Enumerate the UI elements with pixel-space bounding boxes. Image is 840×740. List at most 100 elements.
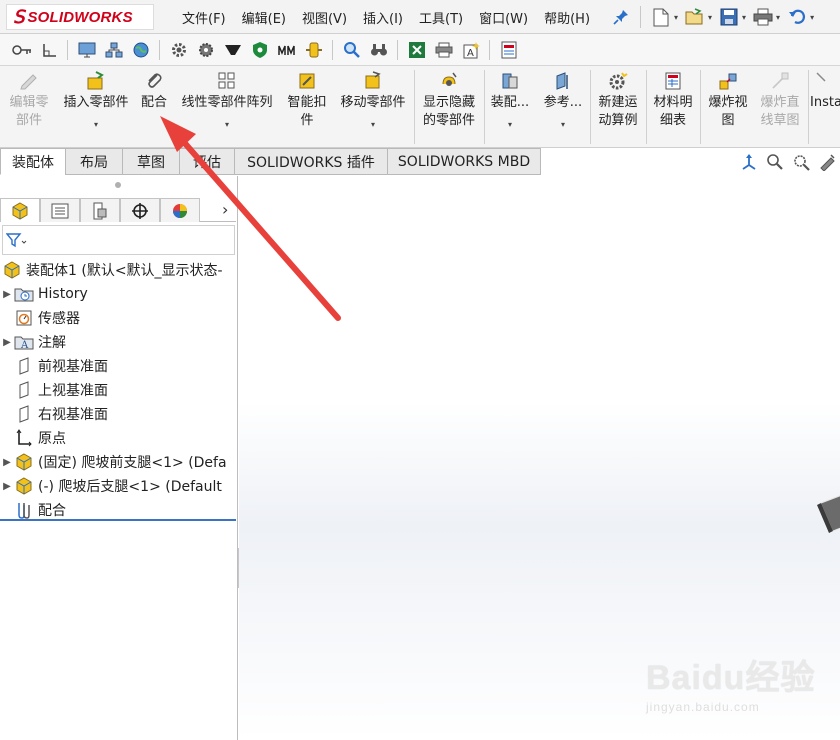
insert-component-dropdown-icon[interactable]: ▾ — [94, 116, 98, 134]
cog-settings-icon[interactable] — [195, 39, 217, 61]
assembly-features-button[interactable]: 装配... ▾ — [488, 70, 532, 134]
printer-icon[interactable] — [433, 39, 455, 61]
menu-tools[interactable]: 工具(T) — [411, 8, 471, 27]
previous-view-icon[interactable] — [816, 151, 838, 173]
tree-item-sensors[interactable]: 传感器 — [0, 306, 236, 330]
tree-item-origin[interactable]: 原点 — [0, 426, 236, 450]
part-model-edge[interactable] — [799, 491, 840, 541]
divider — [590, 70, 591, 144]
open-document-icon[interactable] — [684, 6, 706, 28]
view-orientation-icon[interactable] — [738, 151, 760, 173]
move-component-dropdown-icon[interactable]: ▾ — [371, 116, 375, 134]
reference-geometry-button[interactable]: 参考... ▾ — [540, 70, 586, 134]
display-manager-tab[interactable] — [160, 198, 200, 222]
undo-dropdown-icon[interactable]: ▾ — [810, 13, 814, 22]
plane-icon — [14, 357, 34, 375]
tree-rollback-bar[interactable] — [0, 519, 236, 521]
property-manager-tab[interactable] — [40, 198, 80, 222]
divider — [640, 6, 641, 28]
tab-layout[interactable]: 布局 — [65, 148, 123, 175]
menu-insert[interactable]: 插入(I) — [355, 8, 411, 27]
tab-assembly[interactable]: 装配体 — [0, 148, 66, 175]
dimxpert-manager-tab[interactable] — [120, 198, 160, 222]
tree-root-assembly[interactable]: 装配体1 (默认<默认_显示状态- — [0, 258, 236, 282]
tree-item-top-plane[interactable]: 上视基准面 — [0, 378, 236, 402]
expand-toggle-icon[interactable]: ▶ — [0, 481, 14, 492]
sensor-icon — [14, 309, 34, 327]
key-icon[interactable] — [11, 39, 33, 61]
expand-toggle-icon[interactable]: ▶ — [0, 457, 14, 468]
gear-icon[interactable] — [168, 39, 190, 61]
zoom-to-area-icon[interactable] — [790, 151, 812, 173]
binoculars-icon[interactable] — [368, 39, 390, 61]
expand-toggle-icon[interactable]: ▶ — [0, 289, 14, 300]
menu-help[interactable]: 帮助(H) — [536, 8, 598, 27]
monitor-icon[interactable] — [76, 39, 98, 61]
tree-item-rear-leg[interactable]: ▶ (-) 爬坡后支腿<1> (Default — [0, 474, 236, 498]
new-dropdown-icon[interactable]: ▾ — [674, 13, 678, 22]
zoom-to-fit-icon[interactable] — [764, 151, 786, 173]
save-dropdown-icon[interactable]: ▾ — [742, 13, 746, 22]
exploded-view-button[interactable]: 爆炸视 图 — [704, 70, 752, 130]
tab-evaluate[interactable]: 评估 — [179, 148, 235, 175]
logo-text: SOLIDWORKS — [27, 8, 133, 26]
open-dropdown-icon[interactable]: ▾ — [708, 13, 712, 22]
featuremanager-tree-tab[interactable] — [0, 198, 40, 222]
print-icon[interactable] — [752, 6, 774, 28]
table-icon[interactable] — [498, 39, 520, 61]
pin-icon[interactable] — [612, 8, 630, 26]
shield-icon[interactable] — [249, 39, 271, 61]
feature-manager-panel: › 装配体1 (默认<默认_显示状态- ▶ History 传感器 ▶ A 注解… — [0, 176, 238, 740]
tree-filter[interactable] — [2, 225, 235, 255]
explode-line-sketch-button[interactable]: 爆炸直 线草图 — [756, 70, 804, 130]
insert-component-button[interactable]: 插入零部件 ▾ — [58, 70, 134, 134]
print-dropdown-icon[interactable]: ▾ — [776, 13, 780, 22]
corner-icon[interactable] — [38, 39, 60, 61]
show-hidden-label: 显示隐藏 的零部件 — [422, 95, 475, 128]
search-icon[interactable] — [341, 39, 363, 61]
menu-file[interactable]: 文件(F) — [174, 8, 234, 27]
tab-solidworks-addins[interactable]: SOLIDWORKS 插件 — [234, 148, 388, 175]
filter-icon[interactable] — [6, 232, 28, 248]
plane-icon — [14, 405, 34, 423]
network-icon[interactable] — [103, 39, 125, 61]
tree-item-history[interactable]: ▶ History — [0, 282, 236, 306]
new-document-icon[interactable] — [650, 6, 672, 28]
expand-toggle-icon[interactable]: ▶ — [0, 337, 14, 348]
signal-icon[interactable] — [276, 39, 298, 61]
tab-sketch[interactable]: 草图 — [122, 148, 180, 175]
mate-button[interactable]: 配合 — [138, 70, 170, 112]
smart-fasteners-button[interactable]: 智能扣 件 — [282, 70, 332, 130]
instant3d-button[interactable]: Insta — [810, 70, 840, 112]
plug-icon[interactable] — [303, 39, 325, 61]
configuration-manager-tab[interactable] — [80, 198, 120, 222]
tree-item-front-leg[interactable]: ▶ (固定) 爬坡前支腿<1> (Defa — [0, 450, 236, 474]
panel-resize-handle[interactable] — [115, 182, 121, 188]
assembly-icon — [2, 261, 22, 279]
panel-tabs-expand-icon[interactable]: › — [222, 200, 228, 219]
tree-item-right-plane[interactable]: 右视基准面 — [0, 402, 236, 426]
save-icon[interactable] — [718, 6, 740, 28]
tree-item-annotations[interactable]: ▶ A 注解 — [0, 330, 236, 354]
globe-icon[interactable] — [130, 39, 152, 61]
solidworks-logo[interactable]: ꓢ SOLIDWORKS — [6, 4, 154, 30]
undo-icon[interactable] — [786, 6, 808, 28]
menu-window[interactable]: 窗口(W) — [471, 8, 536, 27]
excel-icon[interactable] — [406, 39, 428, 61]
tree-item-front-plane[interactable]: 前视基准面 — [0, 354, 236, 378]
move-component-button[interactable]: 移动零部件 ▾ — [336, 70, 410, 134]
tab-solidworks-mbd[interactable]: SOLIDWORKS MBD — [387, 148, 541, 175]
reference-geometry-dropdown-icon[interactable]: ▾ — [561, 116, 565, 134]
assembly-features-dropdown-icon[interactable]: ▾ — [508, 116, 512, 134]
linear-pattern-dropdown-icon[interactable]: ▾ — [225, 116, 229, 134]
menu-edit[interactable]: 编辑(E) — [234, 8, 294, 27]
show-hidden-components-button[interactable]: 显示隐藏 的零部件 — [418, 70, 480, 130]
menu-view[interactable]: 视图(V) — [294, 8, 355, 27]
edit-component-button[interactable]: 编辑零 部件 — [6, 70, 52, 130]
new-motion-study-button[interactable]: 新建运 动算例 — [594, 70, 642, 130]
bill-of-materials-button[interactable]: 材料明 细表 — [650, 70, 696, 130]
linear-pattern-button[interactable]: 线性零部件阵列 ▾ — [176, 70, 278, 134]
insert-component-icon — [85, 70, 107, 92]
text-sparkle-icon[interactable]: A — [460, 39, 482, 61]
funnel-icon[interactable] — [222, 39, 244, 61]
